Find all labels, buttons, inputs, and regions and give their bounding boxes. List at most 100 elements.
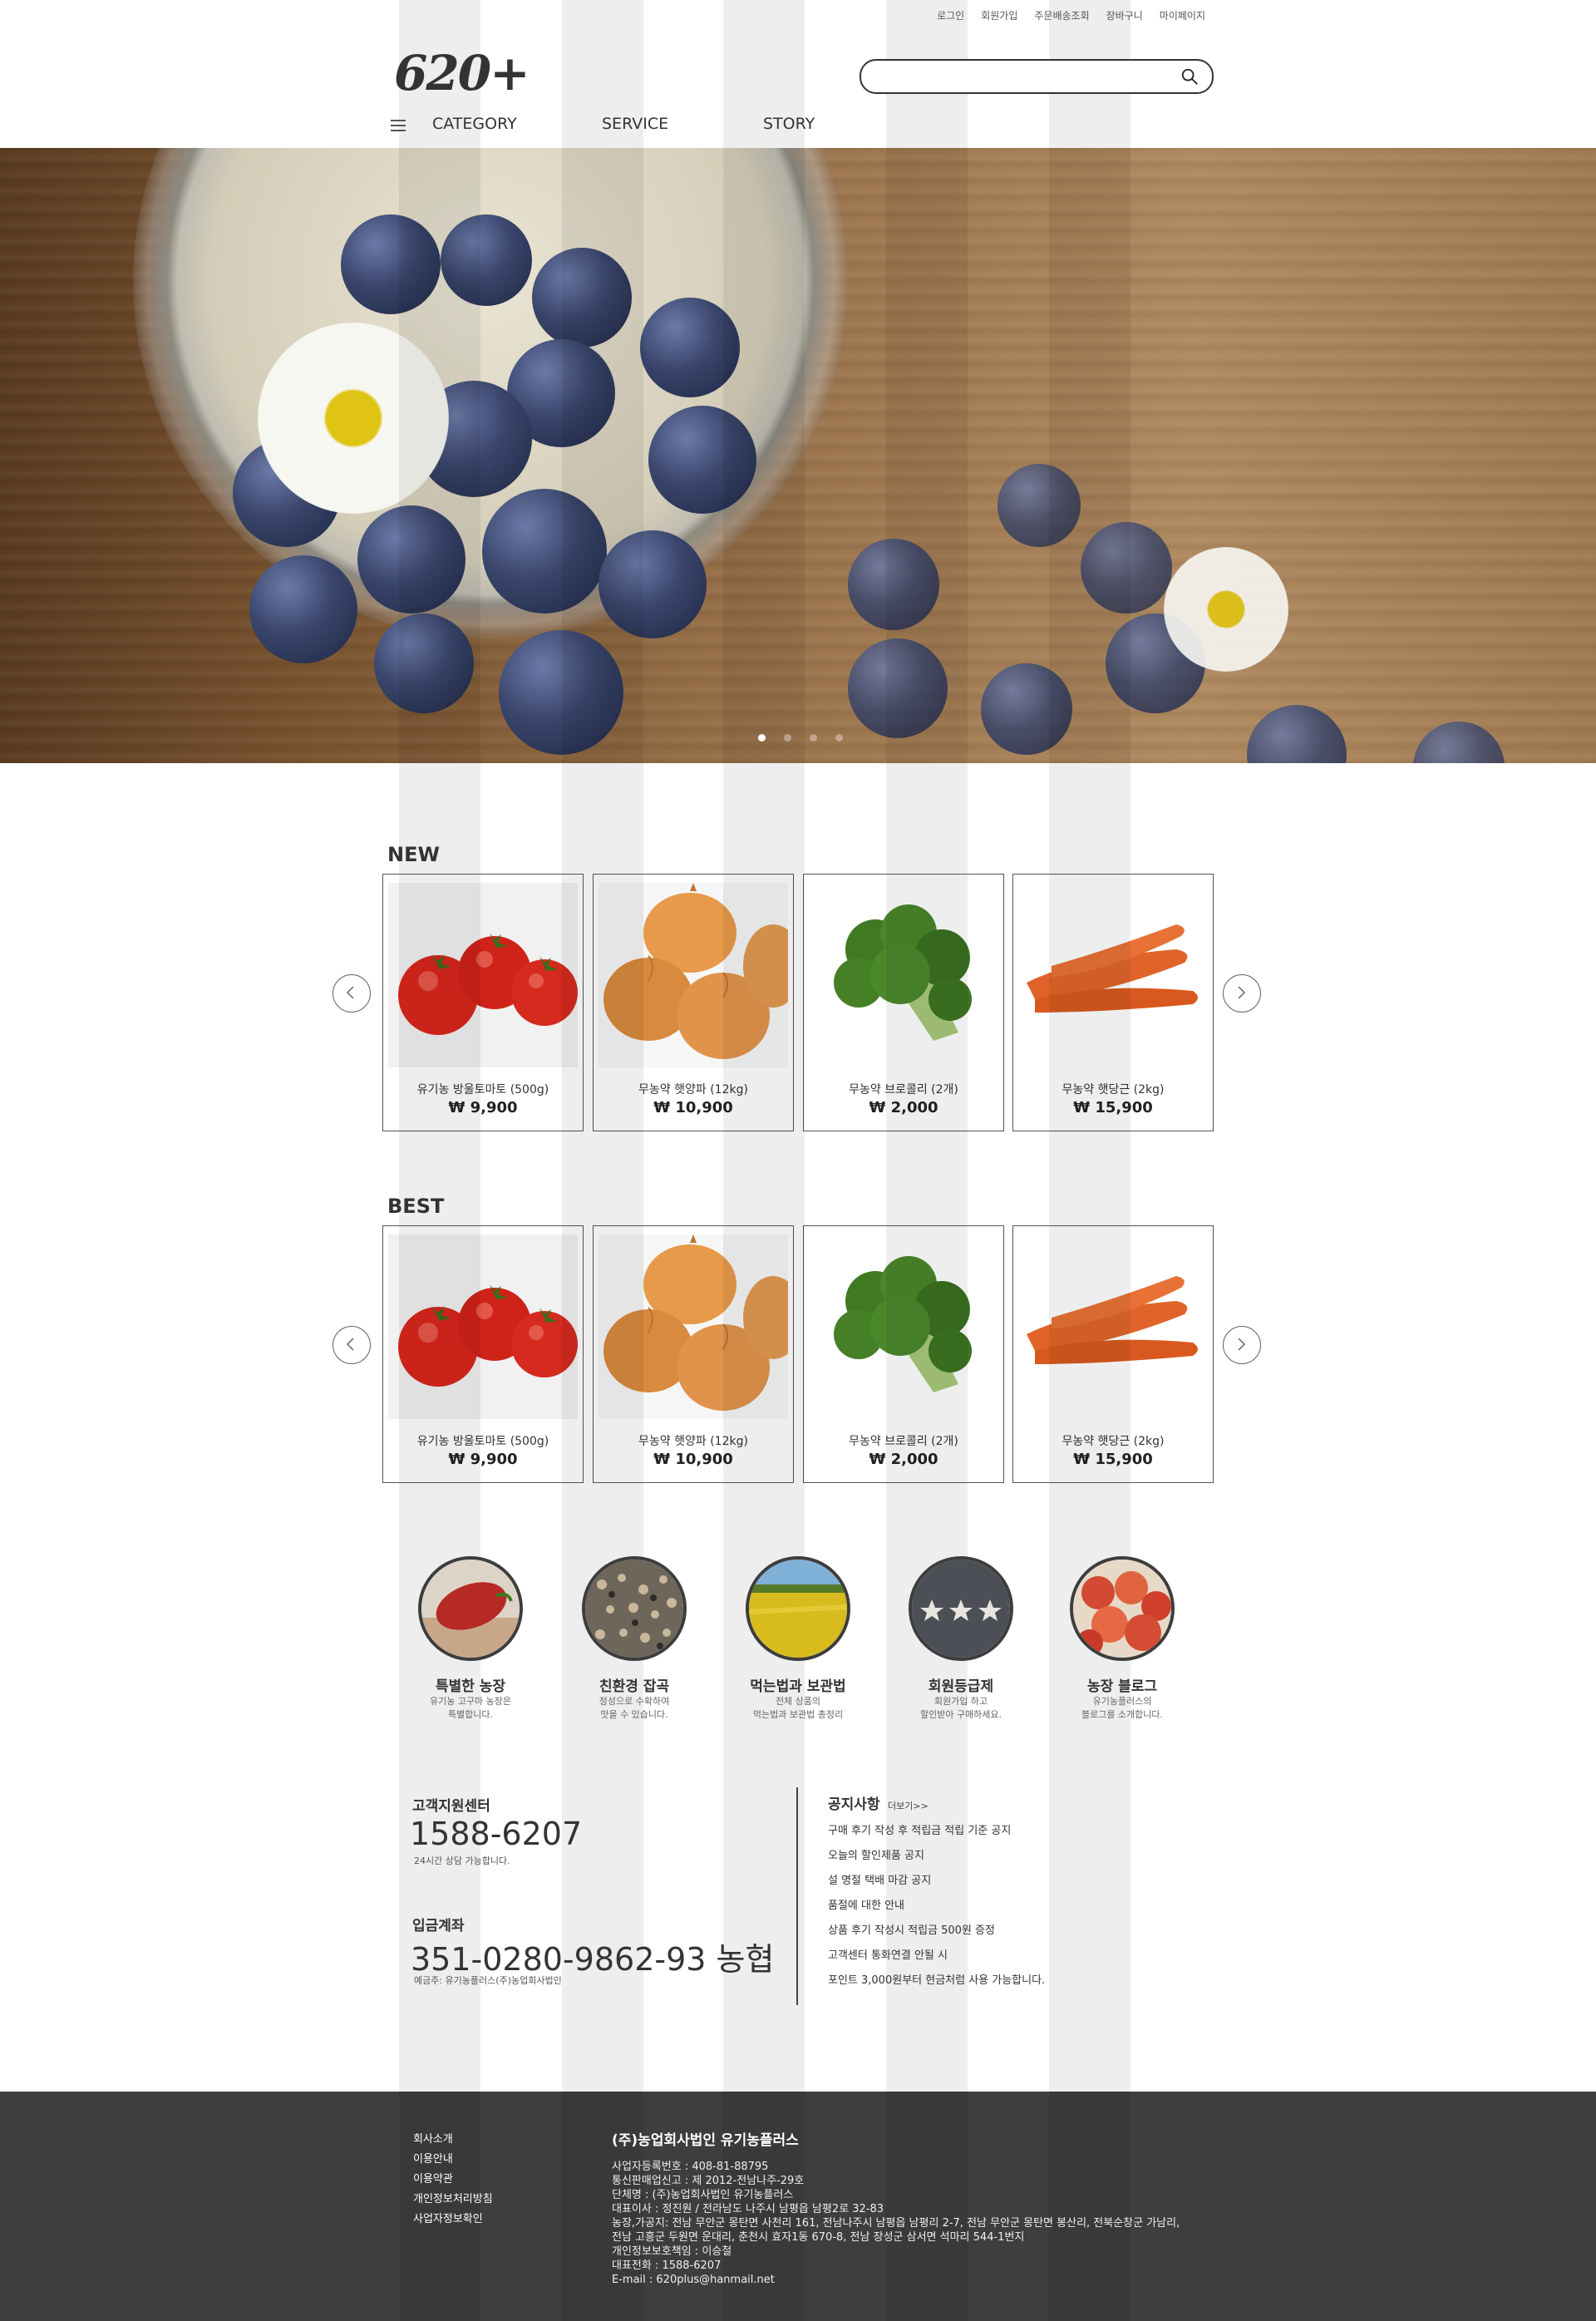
bank-account: 351-0280-9862-93 농협 <box>411 1941 775 1978</box>
blueberry <box>998 464 1081 547</box>
best-section-title: BEST <box>387 1195 445 1218</box>
footer-link-guide[interactable]: 이용안내 <box>413 2150 493 2170</box>
notice-item[interactable]: 설 명절 택배 마감 공지 <box>828 1872 1045 1897</box>
product-card[interactable]: 무농약 햇당근 (2kg) ₩ 15,900 <box>1012 1225 1214 1483</box>
chevron-left-icon <box>346 1338 354 1351</box>
blueberry <box>341 214 441 314</box>
new-prev-button[interactable] <box>332 974 371 1013</box>
feature-storage-guide[interactable]: 먹는법과 보관법 전체 상품의 먹는법과 보관법 총정리 <box>732 1556 864 1722</box>
feature-title: 농장 블로그 <box>1086 1678 1158 1695</box>
blueberry <box>499 630 623 755</box>
cart-link[interactable]: 장바구니 <box>1106 8 1143 22</box>
notice-more-link[interactable]: 더보기>> <box>888 1799 929 1812</box>
feature-special-farm[interactable]: 특별한 농장 유기농 고구마 농장은 특별합니다. <box>404 1556 537 1722</box>
onion-image <box>598 1234 788 1419</box>
blueberry <box>357 505 466 614</box>
product-price: ₩ 10,900 <box>653 1451 733 1468</box>
login-link[interactable]: 로그인 <box>937 8 964 22</box>
feature-desc: 유기농플러스의 블로그를 소개합니다. <box>1081 1696 1164 1720</box>
feature-eco-grain[interactable]: 친환경 잡곡 정성으로 수확하여 맛을 수 있습니다. <box>568 1556 701 1722</box>
blueberry <box>648 406 756 514</box>
slider-dot[interactable] <box>784 734 791 742</box>
slider-dot[interactable] <box>835 734 843 742</box>
feature-desc: 유기농 고구마 농장은 특별합니다. <box>429 1696 512 1720</box>
chevron-right-icon <box>1238 986 1246 999</box>
product-card[interactable]: 무농약 브로콜리 (2개) ₩ 2,000 <box>803 1225 1004 1483</box>
product-card[interactable]: 무농약 햇양파 (12kg) ₩ 10,900 <box>593 874 794 1131</box>
tomato-image <box>388 883 578 1067</box>
footer-info-line: 전남 고흥군 두원면 운대리, 춘천시 효자1동 670-8, 전남 장성군 삼… <box>612 2231 1025 2244</box>
top-links: 로그인 회원가입 주문배송조회 장바구니 마이페이지 <box>937 8 1205 22</box>
blueberry <box>249 555 357 663</box>
product-card[interactable]: 무농약 햇양파 (12kg) ₩ 10,900 <box>593 1225 794 1483</box>
feature-farm-blog[interactable]: 농장 블로그 유기농플러스의 블로그를 소개합니다. <box>1056 1556 1189 1722</box>
product-price: ₩ 15,900 <box>1073 1451 1153 1468</box>
chevron-left-icon <box>346 986 354 999</box>
product-card[interactable]: 유기농 방울토마토 (500g) ₩ 9,900 <box>382 874 584 1131</box>
product-price: ₩ 10,900 <box>653 1099 733 1116</box>
footer-info-line: 대표전화 : 1588-6207 <box>612 2259 722 2272</box>
blueberry <box>640 298 740 397</box>
blueberry <box>981 663 1072 755</box>
support-hours: 24시간 상담 가능합니다. <box>414 1855 510 1866</box>
footer-info-line: 단체명 : (주)농업회사법인 유기농플러스 <box>612 2189 794 2201</box>
notice-item[interactable]: 포인트 3,000원부터 현금처럼 사용 가능합니다. <box>828 1972 1045 1997</box>
footer-link-privacy[interactable]: 개인정보처리방침 <box>413 2190 493 2210</box>
feature-title: 특별한 농장 <box>435 1678 506 1695</box>
section-divider <box>796 1787 798 2005</box>
broccoli-image <box>809 1234 998 1419</box>
product-price: ₩ 2,000 <box>869 1451 938 1468</box>
search-bar[interactable] <box>860 59 1214 94</box>
product-name: 무농약 브로콜리 (2개) <box>849 1083 958 1096</box>
footer-link-business-info[interactable]: 사업자정보확인 <box>413 2210 493 2230</box>
footer-link-terms[interactable]: 이용약관 <box>413 2170 493 2190</box>
daisy-flower <box>1164 547 1288 672</box>
best-prev-button[interactable] <box>332 1326 371 1364</box>
nav-service[interactable]: SERVICE <box>602 115 668 133</box>
notice-item[interactable]: 상품 후기 작성시 적립금 500원 증정 <box>828 1922 1045 1947</box>
product-card[interactable]: 무농약 브로콜리 (2개) ₩ 2,000 <box>803 874 1004 1131</box>
best-next-button[interactable] <box>1223 1326 1261 1364</box>
search-input[interactable] <box>874 66 1177 87</box>
grain-icon <box>582 1556 687 1661</box>
slider-dot[interactable] <box>758 734 766 742</box>
blueberry <box>482 489 607 614</box>
feature-desc: 회원가입 하고 할인받아 구매하세요. <box>919 1696 1002 1720</box>
hamburger-menu-icon[interactable] <box>391 120 406 131</box>
new-section-title: NEW <box>387 843 440 866</box>
footer-info-line: 대표이사 : 정진원 / 전라남도 나주시 남평읍 남평2로 32-83 <box>612 2203 884 2215</box>
hero-banner[interactable] <box>0 148 1596 763</box>
notice-item[interactable]: 고객센터 통화연결 안될 시 <box>828 1947 1045 1972</box>
product-name: 무농약 브로콜리 (2개) <box>849 1435 958 1448</box>
product-card[interactable]: 무농약 햇당근 (2kg) ₩ 15,900 <box>1012 874 1214 1131</box>
product-name: 유기농 방울토마토 (500g) <box>416 1083 549 1096</box>
sweet-potato-icon <box>418 1556 523 1661</box>
mypage-link[interactable]: 마이페이지 <box>1160 8 1205 22</box>
feature-title: 먹는법과 보관법 <box>750 1678 846 1695</box>
footer-company-name: (주)농업회사법인 유기농플러스 <box>612 2132 799 2149</box>
notice-item[interactable]: 오늘의 할인제품 공지 <box>828 1847 1045 1872</box>
site-logo[interactable]: 620+ <box>394 45 530 101</box>
product-name: 유기농 방울토마토 (500g) <box>416 1435 549 1448</box>
notice-item[interactable]: 구매 후기 작성 후 적립금 적립 기준 공지 <box>828 1822 1045 1847</box>
daisy-flower <box>258 323 449 514</box>
signup-link[interactable]: 회원가입 <box>981 8 1017 22</box>
footer-info-line: E-mail : 620plus@hanmail.net <box>612 2274 775 2286</box>
slider-dot[interactable] <box>810 734 817 742</box>
feature-membership[interactable]: 회원등급제 회원가입 하고 할인받아 구매하세요. <box>894 1556 1027 1722</box>
product-price: ₩ 9,900 <box>448 1451 518 1468</box>
product-card[interactable]: 유기농 방울토마토 (500g) ₩ 9,900 <box>382 1225 584 1483</box>
notice-list: 구매 후기 작성 후 적립금 적립 기준 공지 오늘의 할인제품 공지 설 명절… <box>828 1822 1045 1997</box>
search-icon[interactable] <box>1180 67 1199 86</box>
broccoli-image <box>809 883 998 1067</box>
nav-story[interactable]: STORY <box>763 115 815 133</box>
notice-item[interactable]: 품절에 대한 안내 <box>828 1897 1045 1922</box>
footer-link-about[interactable]: 회사소개 <box>413 2130 493 2150</box>
stars-icon <box>909 1556 1013 1661</box>
new-next-button[interactable] <box>1223 974 1261 1013</box>
feature-desc: 전체 상품의 먹는법과 보관법 총정리 <box>752 1696 844 1720</box>
order-tracking-link[interactable]: 주문배송조회 <box>1034 8 1089 22</box>
product-name: 무농약 햇양파 (12kg) <box>638 1083 748 1096</box>
product-name: 무농약 햇양파 (12kg) <box>638 1435 748 1448</box>
nav-category[interactable]: CATEGORY <box>432 115 517 133</box>
